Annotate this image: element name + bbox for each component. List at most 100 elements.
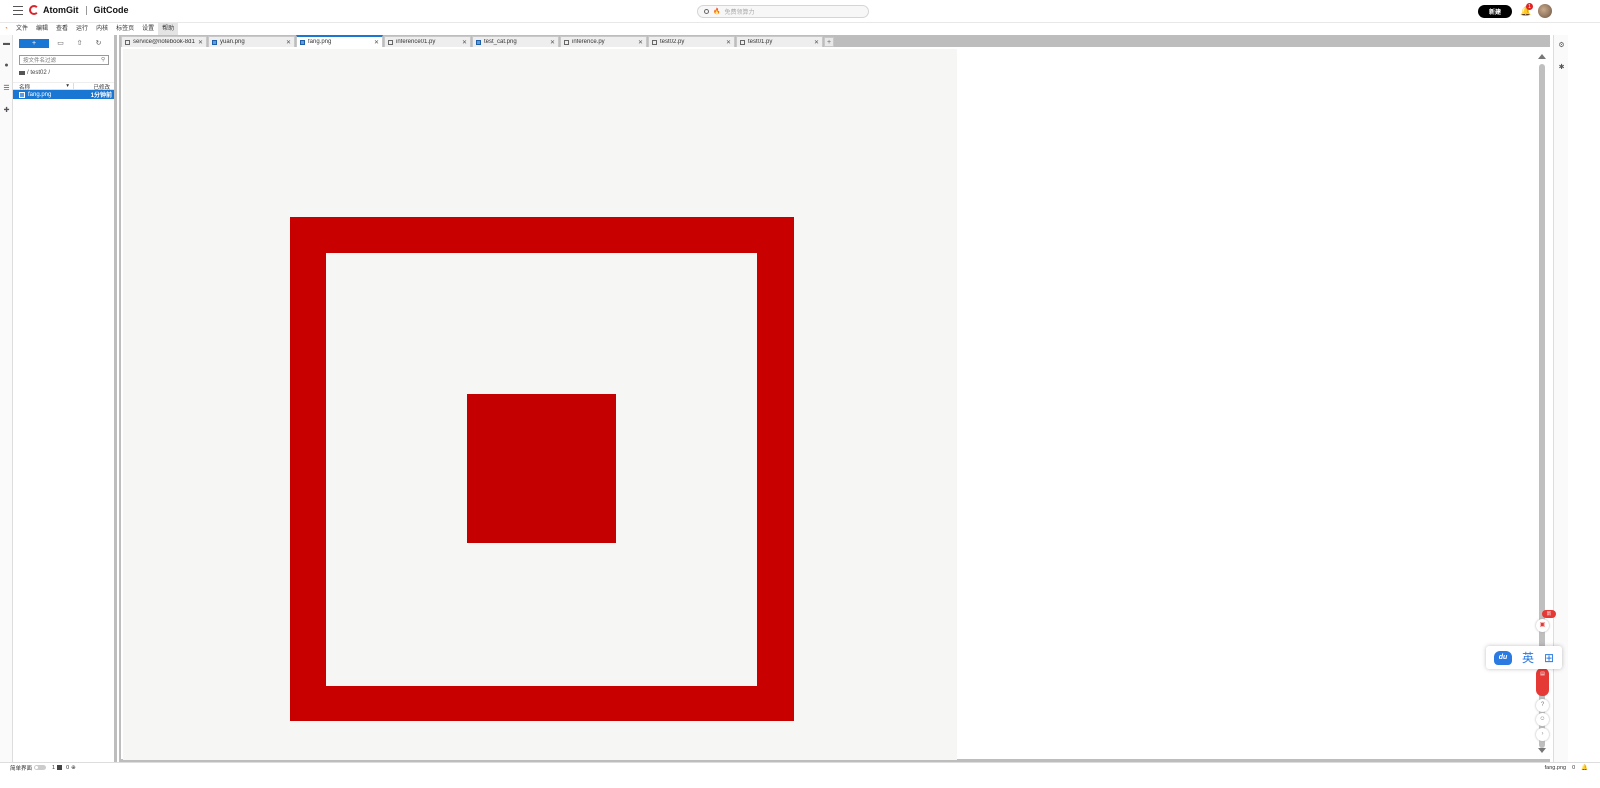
close-icon[interactable]: ✕ xyxy=(286,39,291,46)
notification-bell-icon[interactable]: 🔔 xyxy=(1581,765,1588,771)
close-icon[interactable]: ✕ xyxy=(462,39,467,46)
menu-edit[interactable]: 编辑 xyxy=(32,23,52,35)
column-name-header[interactable]: 名称 ▾ xyxy=(13,83,74,91)
brand-name: AtomGit xyxy=(43,5,79,15)
hamburger-menu-icon[interactable] xyxy=(13,6,23,15)
simple-mode-label: 简单界面 xyxy=(10,765,33,772)
tab-terminal[interactable]: service@notebook-8d11a ✕ xyxy=(121,36,207,47)
logo[interactable]: AtomGit GitCode xyxy=(29,5,129,15)
tab-label: test_cat.png xyxy=(484,39,517,45)
feedback-pill[interactable]: ▤ xyxy=(1536,668,1549,696)
tab-label: inference.py xyxy=(572,39,605,45)
debugger-icon[interactable]: ✱ xyxy=(1557,63,1566,72)
filter-input[interactable]: 按文件名过滤 ⚲ xyxy=(19,55,109,65)
promo-badge[interactable]: 新 xyxy=(1542,610,1556,618)
tab-inference01-py[interactable]: inference01.py ✕ xyxy=(384,36,471,47)
kernel-count-value: 0 xyxy=(66,764,70,771)
column-name-label: 名称 xyxy=(19,85,31,91)
red-inner-square xyxy=(467,394,616,543)
toc-icon[interactable]: ☰ xyxy=(2,84,11,93)
red-square-frame xyxy=(290,217,794,721)
file-icon xyxy=(652,39,657,45)
kernel-icon: ⊕ xyxy=(71,764,76,771)
add-tab-button[interactable]: + xyxy=(824,37,834,47)
upload-icon[interactable]: ⇧ xyxy=(70,39,89,47)
folder-icon[interactable] xyxy=(19,71,25,75)
smile-icon[interactable]: ☺ xyxy=(1536,713,1549,726)
file-name: fang.png xyxy=(28,91,52,98)
menu-run[interactable]: 运行 xyxy=(72,23,92,35)
collapse-arrow-icon[interactable]: › xyxy=(1536,728,1549,741)
menu-kernel[interactable]: 内核 xyxy=(92,23,112,35)
close-icon[interactable]: ✕ xyxy=(374,39,379,46)
running-icon[interactable]: ● xyxy=(2,62,11,71)
status-bar: 简单界面 1 0 ⊕ fang.png 0 🔔 xyxy=(0,762,1600,772)
menu-tabs[interactable]: 标签页 xyxy=(112,23,138,35)
gift-icon[interactable]: ▣ xyxy=(1536,619,1549,632)
menu-file[interactable]: 文件 xyxy=(12,23,32,35)
scroll-down-icon[interactable] xyxy=(1538,748,1546,753)
file-icon xyxy=(740,39,745,45)
search-input[interactable]: 🔥 免费领算力 xyxy=(697,5,869,18)
avatar[interactable] xyxy=(1538,4,1552,18)
new-button[interactable]: 新建 xyxy=(1478,5,1512,18)
tab-label: yuan.png xyxy=(220,39,245,45)
menu-help[interactable]: 帮助 xyxy=(158,23,179,35)
baidu-ime-icon[interactable]: du xyxy=(1493,650,1512,665)
document-tab-bar: service@notebook-8d11a ✕ yuan.png ✕ fang… xyxy=(119,35,1550,47)
sort-chevron-icon: ▾ xyxy=(66,83,69,89)
search-icon: ⚲ xyxy=(100,57,105,63)
kernel-count[interactable]: 0 ⊕ xyxy=(66,765,76,771)
search-icon xyxy=(704,9,709,14)
left-sidebar-tabs: ▬ ● ☰ ✚ xyxy=(0,35,13,762)
list-item[interactable]: fang.png 1分钟前 xyxy=(13,90,114,99)
image-file-icon xyxy=(19,91,25,98)
column-modified-header[interactable]: 已修改 xyxy=(74,83,114,91)
tab-inference-py[interactable]: inference.py ✕ xyxy=(560,36,647,47)
help-icon[interactable]: ? xyxy=(1536,699,1549,712)
tab-test-cat-png[interactable]: test_cat.png ✕ xyxy=(472,36,559,47)
terminal-count-value: 1 xyxy=(52,764,56,771)
new-launcher-button[interactable]: + xyxy=(19,38,49,48)
menu-view[interactable]: 查看 xyxy=(52,23,72,35)
atomgit-logo-icon xyxy=(29,5,39,15)
image-icon xyxy=(476,39,481,45)
close-icon[interactable]: ✕ xyxy=(638,39,643,46)
image-viewer xyxy=(119,47,1550,762)
tab-label: test01.py xyxy=(748,39,773,45)
file-browser-toolbar: + ▭ ⇧ ↻ xyxy=(13,35,114,51)
tab-test02-py[interactable]: test02.py ✕ xyxy=(648,36,735,47)
close-icon[interactable]: ✕ xyxy=(726,39,731,46)
terminal-icon xyxy=(57,765,63,770)
scroll-up-icon[interactable] xyxy=(1538,54,1546,59)
close-icon[interactable]: ✕ xyxy=(550,39,555,46)
image-canvas xyxy=(123,49,957,760)
floating-toolbar: 新 ▣ ▤ ? ☺ › xyxy=(1535,610,1556,742)
ime-toolbar: du 英 ⊞ xyxy=(1486,646,1562,669)
tab-yuan-png[interactable]: yuan.png ✕ xyxy=(208,36,295,47)
simple-mode-toggle[interactable] xyxy=(34,765,47,770)
status-count: 0 xyxy=(1572,764,1576,771)
new-folder-icon[interactable]: ▭ xyxy=(51,39,70,47)
extension-icon[interactable]: ✚ xyxy=(2,106,11,115)
square-hole xyxy=(326,253,757,686)
terminal-count[interactable]: 1 xyxy=(52,764,63,771)
tab-label: service@notebook-8d11a xyxy=(133,39,195,45)
tab-fang-png[interactable]: fang.png ✕ xyxy=(296,35,383,47)
menu-settings[interactable]: 设置 xyxy=(138,23,158,35)
property-inspector-icon[interactable]: ⚙ xyxy=(1557,41,1566,50)
breadcrumb-path[interactable]: / test02 / xyxy=(27,70,50,76)
top-bar: AtomGit GitCode 🔥 免费领算力 新建 🔔 1 xyxy=(0,0,1600,23)
refresh-icon[interactable]: ↻ xyxy=(89,39,108,47)
folder-icon[interactable]: ▬ xyxy=(2,40,11,49)
tab-label: fang.png xyxy=(308,39,332,45)
close-icon[interactable]: ✕ xyxy=(814,39,819,46)
status-filename: fang.png xyxy=(1544,764,1567,771)
tab-test01-py[interactable]: test01.py ✕ xyxy=(736,36,823,47)
image-icon xyxy=(212,39,217,45)
file-icon xyxy=(388,39,393,45)
close-icon[interactable]: ✕ xyxy=(198,39,203,46)
ime-menu-grid-icon[interactable]: ⊞ xyxy=(1544,651,1554,665)
ime-language-toggle[interactable]: 英 xyxy=(1522,649,1534,666)
breadcrumb[interactable]: / test02 / xyxy=(19,70,114,76)
